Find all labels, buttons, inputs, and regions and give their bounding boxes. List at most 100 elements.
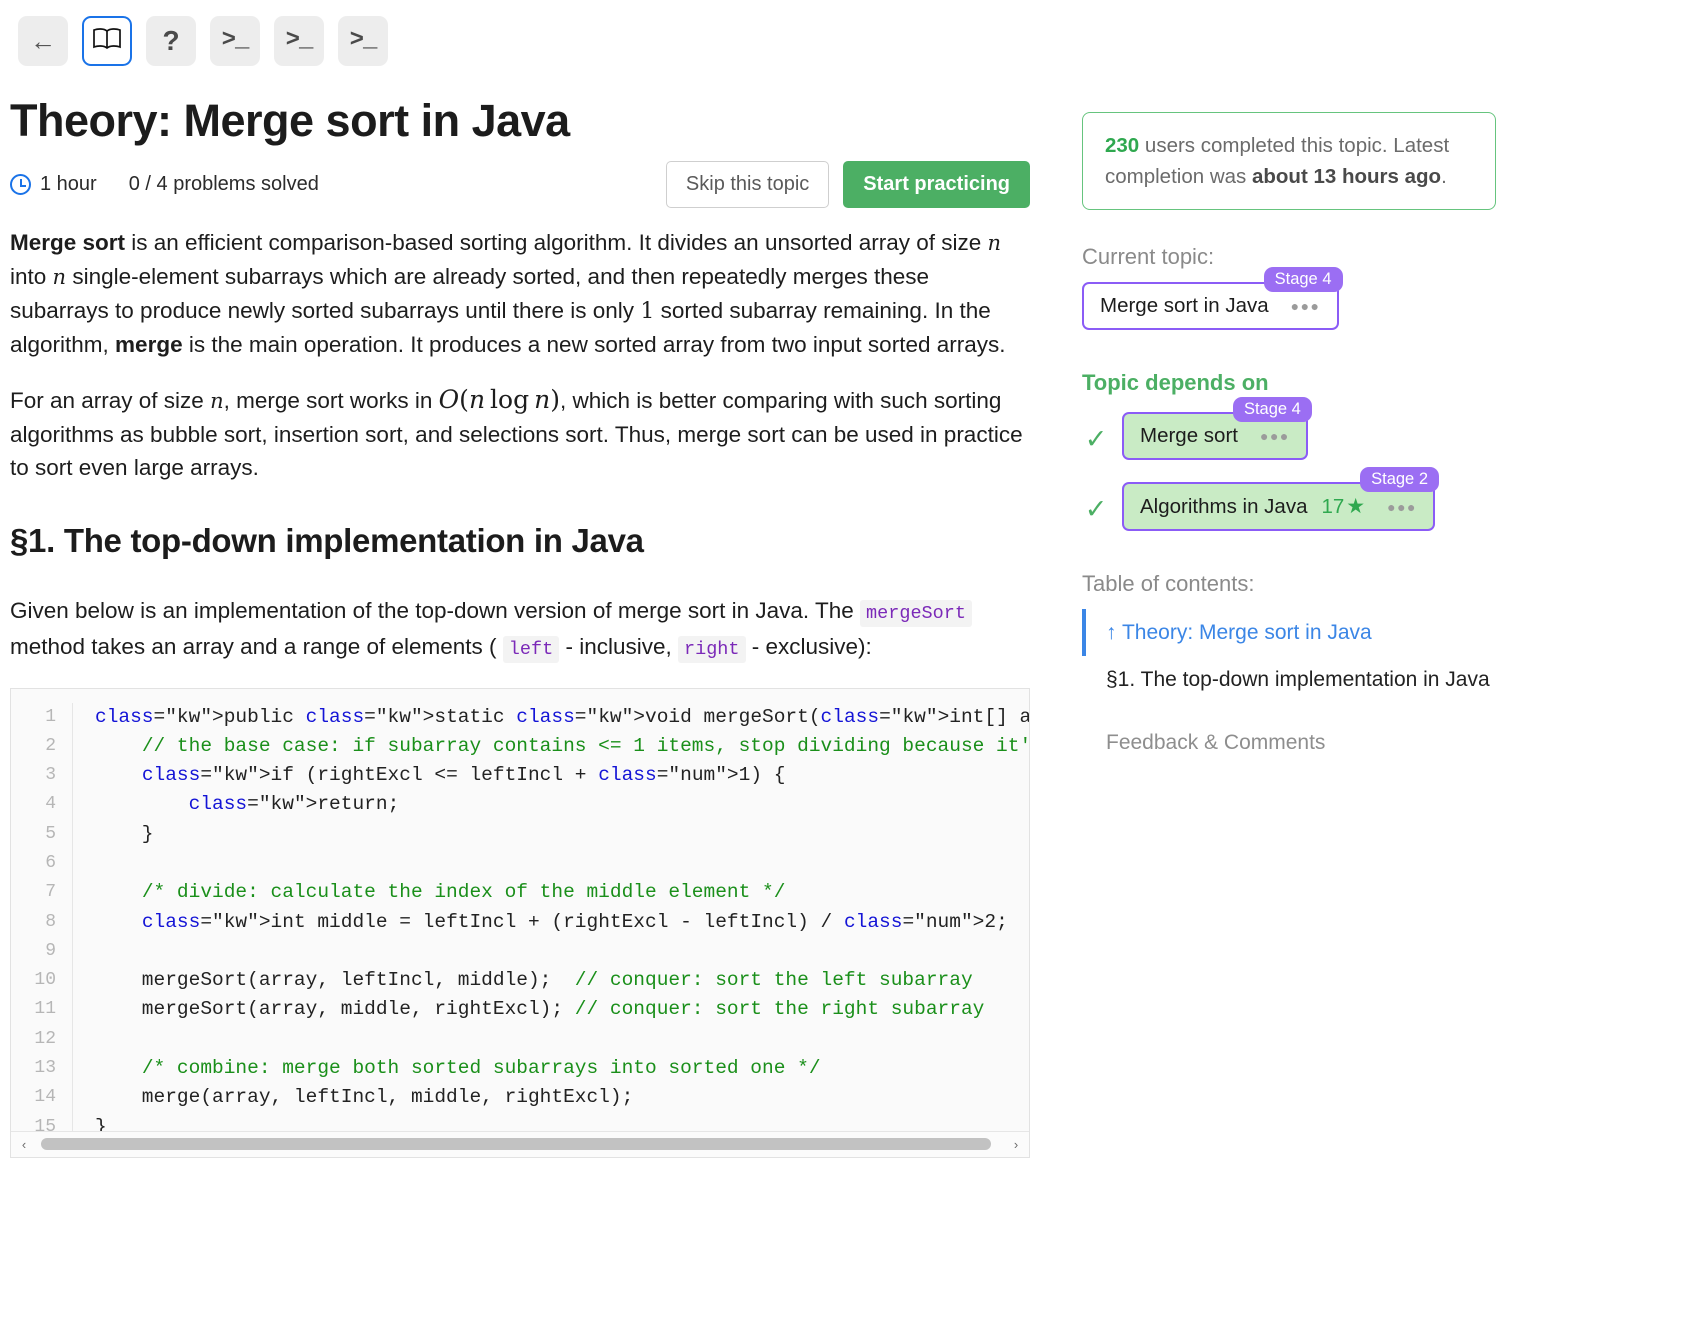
dependency-stage-badge-1: Stage 2 (1360, 467, 1439, 492)
table-of-contents: ↑ Theory: Merge sort in Java §1. The top… (1082, 609, 1540, 766)
skip-topic-button[interactable]: Skip this topic (665, 161, 830, 208)
line-number: 8 (45, 911, 56, 932)
line-number: 7 (45, 882, 56, 903)
line-number-gutter: 1 2 3 4 5 6 7 8 9 10 11 12 13 14 15 (11, 702, 73, 1131)
dependency-menu-icon-1[interactable]: ●●● (1379, 500, 1417, 514)
code-horizontal-scrollbar[interactable]: ‹ › (11, 1130, 1029, 1157)
dependency-chip-wrap-0: Merge sort ●●● Stage 4 (1122, 397, 1312, 460)
code-scroll-area[interactable]: 1 2 3 4 5 6 7 8 9 10 11 12 13 14 15 class="kw">public … (11, 689, 1029, 1131)
dependency-name-1: Algorithms in Java (1140, 494, 1308, 518)
start-practicing-button[interactable]: Start practicing (843, 161, 1030, 208)
completion-time: about 13 hours ago (1251, 165, 1442, 188)
dependency-stage-badge-0: Stage 4 (1232, 397, 1312, 422)
p2-text-b: , merge sort works in (223, 387, 439, 413)
line-number: 5 (45, 823, 56, 844)
line-number: 1 (45, 706, 56, 727)
line-number: 11 (34, 999, 56, 1020)
main-content: Theory: Merge sort in Java 1 hour 0 / 4 … (0, 72, 1060, 1158)
current-topic-chip-wrap: Merge sort in Java ●●● Stage 4 (1082, 267, 1343, 330)
line-number: 14 (34, 1087, 56, 1108)
terminal-icon-3: >_ (349, 27, 378, 54)
code-line: /* combine: merge both sorted subarrays … (141, 1057, 821, 1080)
line-number: 9 (45, 940, 56, 961)
p2-var-n: n (210, 388, 224, 413)
dependency-name-0: Merge sort (1140, 424, 1238, 447)
inline-code-mergesort: mergeSort (860, 599, 972, 627)
page-title: Theory: Merge sort in Java (10, 95, 570, 146)
complexity-paragraph: For an array of size n, merge sort works… (10, 383, 1030, 484)
scroll-left-arrow-icon[interactable]: ‹ (11, 1131, 37, 1157)
current-topic-menu-icon[interactable]: ●●● (1283, 299, 1321, 313)
code-line: } (95, 822, 154, 845)
dependency-chip-wrap-1: Algorithms in Java 17 ★ ●●● Stage 2 (1122, 467, 1439, 531)
implementation-paragraph: Given below is an implementation of the … (10, 594, 1030, 666)
terminal-icon-2: >_ (285, 27, 314, 54)
code-line: mergeSort(array, middle, rightExcl); // … (95, 998, 985, 1021)
clock-icon (10, 174, 31, 195)
line-number: 13 (34, 1058, 56, 1079)
topic-meta-row: 1 hour 0 / 4 problems solved Skip this t… (10, 160, 1030, 210)
code-lines: class="kw">public class="kw">static clas… (73, 703, 1029, 1131)
table-of-contents-label: Table of contents: (1082, 571, 1255, 596)
code-line: class="kw">int middle = leftIncl + (righ… (141, 910, 1008, 933)
line-number: 15 (34, 1116, 56, 1131)
completion-stats-box: 230 users completed this topic. Latest c… (1082, 112, 1496, 210)
dependency-menu-icon-0[interactable]: ●●● (1252, 429, 1290, 443)
current-topic-name: Merge sort in Java (1100, 294, 1269, 317)
terminal-button-1[interactable]: >_ (210, 16, 260, 66)
terminal-button-2[interactable]: >_ (274, 16, 324, 66)
line-number: 6 (45, 852, 56, 873)
p3-text-b: method takes an array and a range of ele… (10, 633, 503, 659)
p1-text-g: is the main operation. It produces a new… (182, 331, 1006, 357)
scroll-right-arrow-icon[interactable]: › (1003, 1131, 1029, 1157)
p1-text-b: is an efficient comparison-based sorting… (125, 229, 988, 255)
line-number: 3 (45, 765, 56, 786)
code-line: // the base case: if subarray contains <… (141, 734, 1029, 757)
dependency-stars-1: 17 ★ (1321, 494, 1365, 519)
p3-text-c: - inclusive, (559, 633, 678, 659)
merge-sort-bold: Merge sort (10, 229, 126, 255)
check-icon-1: ✓ (1084, 494, 1108, 524)
terminal-icon-1: >_ (221, 27, 250, 54)
topic-meta: 1 hour 0 / 4 problems solved (10, 173, 319, 196)
code-line: /* divide: calculate the index of the mi… (141, 881, 786, 904)
toc-item-feedback[interactable]: Feedback & Comments (1082, 719, 1540, 766)
terminal-button-3[interactable]: >_ (338, 16, 388, 66)
dependency-row-merge-sort: ✓ Merge sort ●●● Stage 4 (1082, 397, 1540, 466)
p1-num-one: 1 (640, 298, 655, 324)
check-icon-0: ✓ (1084, 423, 1108, 454)
completion-count: 230 (1105, 134, 1140, 157)
code-line: class="kw">public class="kw">static clas… (95, 705, 1029, 728)
section-1-heading: §1. The top-down implementation in Java (10, 521, 644, 559)
scrollbar-track[interactable] (37, 1131, 1003, 1157)
right-sidebar: 230 users completed this topic. Latest c… (1060, 72, 1560, 766)
code-block: 1 2 3 4 5 6 7 8 9 10 11 12 13 14 15 class="kw">public … (10, 687, 1030, 1158)
top-toolbar: ← ? >_ >_ >_ (0, 0, 1694, 72)
p1-var-n2: n (52, 264, 67, 289)
inline-code-right: right (678, 635, 746, 663)
line-number: 2 (45, 735, 56, 756)
code-line: class="kw">return; (188, 793, 400, 816)
merge-bold: merge (115, 331, 183, 357)
p1-text-c: into (10, 263, 53, 289)
toc-item-section-1[interactable]: §1. The top-down implementation in Java (1082, 656, 1540, 703)
code-line: mergeSort(array, leftIncl, middle); // c… (95, 969, 973, 992)
completion-text-after: . (1441, 165, 1447, 188)
help-button[interactable]: ? (146, 16, 196, 66)
back-button[interactable]: ← (18, 16, 68, 66)
code-line: } (95, 1115, 107, 1131)
duration-label: 1 hour (40, 173, 97, 195)
theory-book-button[interactable] (82, 16, 132, 66)
code-line: class="kw">if (rightExcl <= leftIncl + c… (141, 764, 786, 787)
toc-item-theory[interactable]: ↑ Theory: Merge sort in Java (1082, 609, 1540, 656)
star-icon-1: ★ (1346, 495, 1366, 518)
code-line: merge(array, leftIncl, middle, rightExcl… (95, 1086, 634, 1109)
line-number: 4 (45, 794, 56, 815)
problems-solved-label: 0 / 4 problems solved (128, 173, 319, 195)
inline-code-left: left (502, 635, 560, 663)
dependency-row-algorithms-in-java: ✓ Algorithms in Java 17 ★ ●●● Stage 2 (1082, 467, 1540, 537)
scrollbar-thumb[interactable] (41, 1138, 991, 1150)
book-icon (92, 27, 122, 56)
